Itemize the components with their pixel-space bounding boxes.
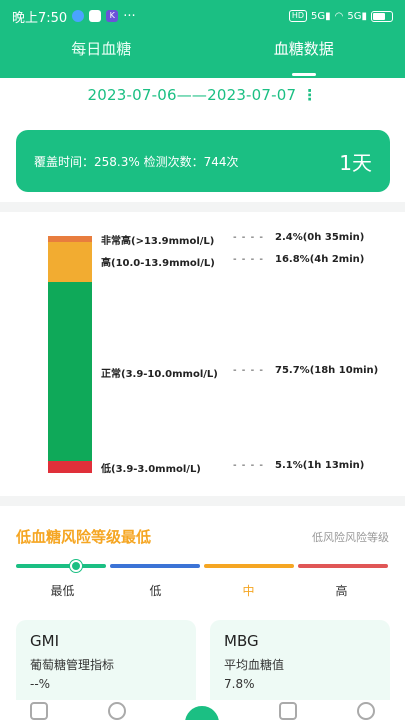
glucose-range-chart: 非常高(>13.9mmol/L) - - - - 2.4%(0h 35min) 高(1…: [0, 222, 405, 502]
risk-level-indicator: [69, 560, 82, 572]
metric-desc: 平均血糖值: [224, 658, 285, 672]
hd-icon: HD: [288, 10, 308, 22]
section-divider: [0, 496, 405, 506]
bottom-nav: [0, 700, 405, 720]
risk-level-label: 最低: [50, 584, 75, 598]
date-range-text: 2023-07-06——2023-07-07: [87, 86, 297, 104]
section-divider: [0, 202, 405, 212]
range-label: 正常(3.9-10.0mmol/L): [101, 368, 218, 380]
risk-level-link[interactable]: 低风险风险等级: [312, 529, 389, 545]
home-nav-icon[interactable]: [185, 706, 220, 720]
risk-level-label: 低: [149, 584, 162, 598]
risk-level-label: 高: [335, 584, 348, 598]
more-icon[interactable]: ⋮: [302, 86, 317, 104]
signal2-icon: 5G▮: [347, 10, 367, 22]
main-content: 2023-07-06——2023-07-07 ⋮ 覆盖时间：258.3% 检测次数…: [0, 78, 405, 720]
date-range-selector[interactable]: 2023-07-06——2023-07-07 ⋮: [0, 86, 405, 104]
range-label: 非常高(>13.9mmol/L): [101, 236, 215, 247]
risk-title: 低血糖风险等级最低: [16, 528, 152, 546]
data-nav-icon[interactable]: [107, 702, 126, 720]
range-value: 5.1%(1h 13min): [275, 460, 365, 471]
account-nav-icon[interactable]: [357, 702, 376, 720]
range-dash: - - - -: [233, 232, 264, 243]
range-segment: [48, 282, 92, 461]
range-segment: [48, 461, 92, 473]
range-dash: - - - -: [233, 460, 264, 471]
signal-icon: 5G▮: [311, 10, 331, 22]
range-label: 高(10.0-13.9mmol/L): [101, 258, 215, 269]
tab-daily-glucose[interactable]: 每日血糖: [0, 32, 203, 78]
range-dash: - - - -: [233, 364, 264, 376]
more-notifications: ···: [123, 8, 136, 24]
profile-nav-icon[interactable]: [29, 702, 48, 720]
battery-icon: [371, 10, 393, 22]
status-time: 晚上7:50: [12, 10, 68, 26]
range-value: 75.7%(18h 10min): [275, 364, 379, 376]
range-value: 16.8%(4h 2min): [275, 254, 365, 265]
tab-bar: 每日血糖 血糖数据: [0, 32, 405, 78]
risk-level-label: 中: [242, 584, 255, 598]
notification-icon: [72, 10, 85, 22]
coverage-days: 1天: [339, 150, 372, 175]
status-bar: 晚上7:50 K ··· HD 5G▮ ◠ 5G▮: [0, 0, 405, 32]
risk-segment: [298, 564, 388, 568]
wifi-icon: ◠: [334, 10, 344, 22]
risk-segment: [110, 564, 200, 568]
range-stack-bar: [48, 236, 92, 473]
coverage-card: 覆盖时间：258.3% 检测次数：744次 1天: [16, 130, 390, 192]
coverage-info: 覆盖时间：258.3% 检测次数：744次: [34, 154, 239, 169]
range-value: 2.4%(0h 35min): [275, 232, 365, 243]
range-segment: [48, 242, 92, 282]
k-app-icon: K: [106, 10, 119, 22]
metric-value: --%: [30, 677, 51, 691]
metric-desc: 葡萄糖管理指标: [30, 658, 115, 672]
metric-name: GMI: [30, 632, 59, 650]
risk-segment: [204, 564, 294, 568]
metric-value: 7.8%: [224, 677, 255, 691]
app-notification-icon: [89, 10, 102, 22]
tab-glucose-data[interactable]: 血糖数据: [203, 32, 405, 78]
metric-name: MBG: [224, 632, 259, 650]
record-nav-icon[interactable]: [279, 702, 298, 720]
range-label: 低(3.9-3.0mmol/L): [101, 464, 201, 475]
risk-level-labels: 最低 低 中 高: [16, 582, 388, 599]
range-dash: - - - -: [233, 254, 264, 265]
risk-segment: [16, 564, 106, 568]
